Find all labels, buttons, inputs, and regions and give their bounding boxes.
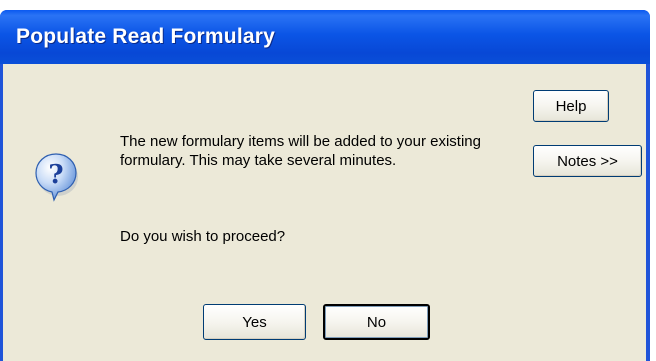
title-bar[interactable]: Populate Read Formulary <box>0 10 650 64</box>
dialog-body: Help Notes >> ? The new formulary items … <box>3 64 646 361</box>
yes-button[interactable]: Yes <box>203 304 306 340</box>
svg-text:?: ? <box>48 160 63 190</box>
notes-button[interactable]: Notes >> <box>533 145 642 177</box>
message-text: The new formulary items will be added to… <box>120 133 481 169</box>
help-button[interactable]: Help <box>533 90 609 122</box>
question-icon: ? <box>35 153 78 202</box>
question-text: Do you wish to proceed? <box>120 228 286 245</box>
no-button[interactable]: No <box>323 304 430 340</box>
dialog-message: The new formulary items will be added to… <box>120 132 520 245</box>
window-title: Populate Read Formulary <box>16 25 275 48</box>
